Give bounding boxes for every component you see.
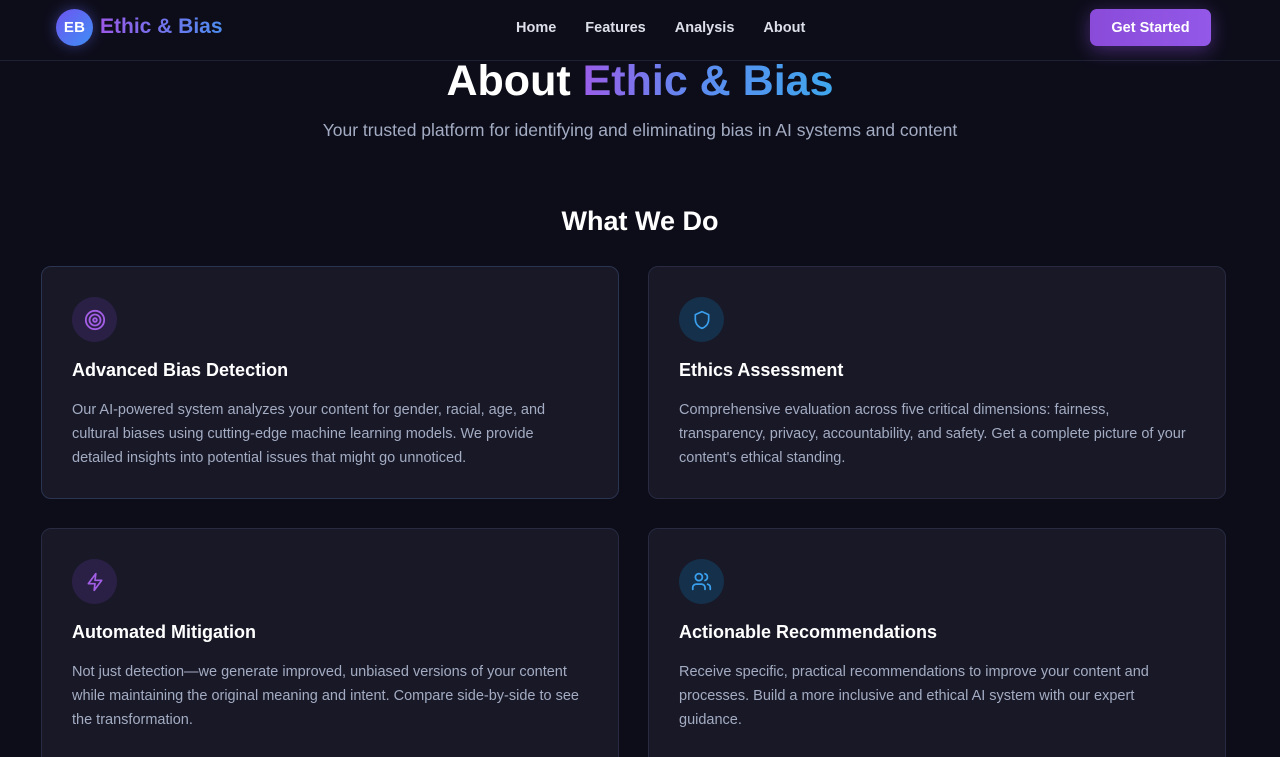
card-title: Automated Mitigation xyxy=(72,622,256,642)
card-description: Not just detection—we generate improved,… xyxy=(72,664,579,729)
card-description: Our AI-powered system analyzes your cont… xyxy=(72,402,546,467)
feature-card-ethics-assessment: Ethics Assessment Comprehensive evaluati… xyxy=(648,266,1226,499)
card-description: Receive specific, practical recommendati… xyxy=(679,664,1149,729)
section-title: What We Do xyxy=(561,206,719,236)
lightning-icon xyxy=(72,559,117,604)
logo-badge: EB xyxy=(56,8,93,46)
navbar: EB Ethic & Bias Home Features Analysis A… xyxy=(0,0,1280,61)
nav-link-features[interactable]: Features xyxy=(585,19,645,37)
page-subtitle: Your trusted platform for identifying an… xyxy=(322,120,958,140)
feature-card-recommendations: Actionable Recommendations Receive speci… xyxy=(648,528,1226,757)
page-title-plain: About xyxy=(446,57,583,105)
card-title: Advanced Bias Detection xyxy=(72,360,289,380)
card-title: Actionable Recommendations xyxy=(679,622,938,642)
card-description: Comprehensive evaluation across five cri… xyxy=(679,402,1186,467)
page-title: About Ethic & Bias xyxy=(0,56,1280,106)
brand-logo[interactable]: EB Ethic & Bias xyxy=(56,8,223,46)
shield-icon xyxy=(679,297,724,342)
nav-links: Home Features Analysis About xyxy=(516,19,805,37)
target-icon xyxy=(72,297,117,342)
nav-link-analysis[interactable]: Analysis xyxy=(675,19,735,37)
nav-link-home[interactable]: Home xyxy=(516,19,556,37)
nav-link-about[interactable]: About xyxy=(763,19,805,37)
about-page: EB Ethic & Bias Home Features Analysis A… xyxy=(0,0,1280,757)
feature-card-automated-mitigation: Automated Mitigation Not just detection—… xyxy=(41,528,619,757)
brand-name: Ethic & Bias xyxy=(100,15,223,38)
feature-card-bias-detection: Advanced Bias Detection Our AI-powered s… xyxy=(41,266,619,499)
users-icon xyxy=(679,559,724,604)
page-title-accent: Ethic & Bias xyxy=(582,57,834,105)
card-title: Ethics Assessment xyxy=(679,360,844,380)
get-started-button[interactable]: Get Started xyxy=(1090,9,1211,46)
